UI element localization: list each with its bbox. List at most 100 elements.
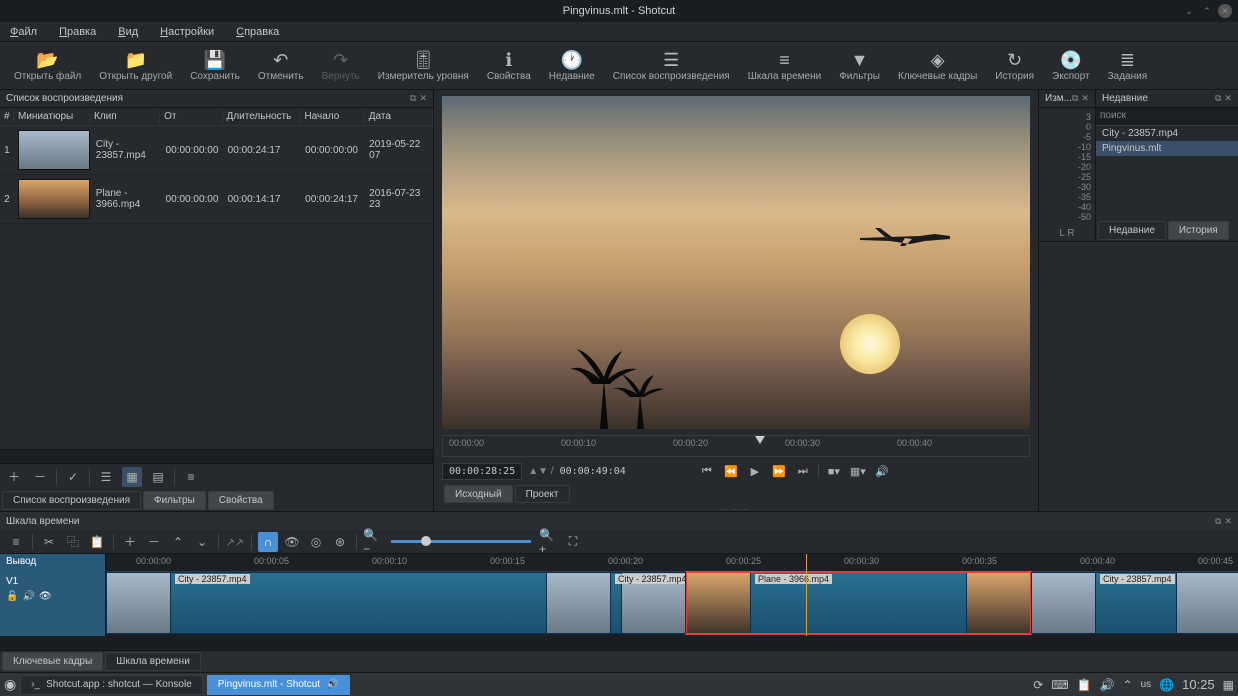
- open-file-button[interactable]: 📂Открыть файл: [6, 47, 89, 84]
- playlist-button[interactable]: ☰Список воспроизведения: [605, 47, 738, 84]
- keyboard-icon[interactable]: ⌨: [1051, 678, 1068, 692]
- lock-icon[interactable]: 🔓: [6, 591, 18, 602]
- preview-canvas[interactable]: [442, 96, 1030, 429]
- chevron-up-icon[interactable]: ⌃: [1123, 678, 1133, 692]
- panel-close-icon[interactable]: ✕: [1224, 516, 1232, 527]
- stop-icon[interactable]: ■▾: [825, 462, 843, 480]
- forward-icon[interactable]: ⏩: [770, 462, 788, 480]
- playlist-row[interactable]: 2 Plane - 3966.mp4 00:00:00:00 00:00:14:…: [0, 175, 433, 224]
- export-button[interactable]: 💿Экспорт: [1044, 47, 1098, 84]
- tab-timeline[interactable]: Шкала времени: [105, 652, 200, 671]
- output-label[interactable]: Вывод: [0, 554, 105, 572]
- zoom-out-icon[interactable]: 🔍−: [363, 532, 383, 552]
- redo-button[interactable]: ↷Вернуть: [314, 47, 368, 84]
- tab-properties[interactable]: Свойства: [208, 491, 274, 510]
- menu-settings[interactable]: Настройки: [156, 24, 218, 40]
- history-button[interactable]: ↻История: [987, 47, 1042, 84]
- zoom-fit-icon[interactable]: ⛶: [563, 532, 583, 552]
- tab-keyframes[interactable]: Ключевые кадры: [2, 652, 103, 671]
- undock-icon[interactable]: ⧉: [410, 93, 416, 104]
- clipboard-icon[interactable]: 📋: [1077, 678, 1092, 692]
- recent-item[interactable]: Pingvinus.mlt: [1096, 141, 1238, 156]
- copy-icon[interactable]: ⿻: [63, 532, 83, 552]
- volume-tray-icon[interactable]: 🔊: [1100, 678, 1115, 692]
- tab-filters[interactable]: Фильтры: [143, 491, 206, 510]
- check-icon[interactable]: ✓: [63, 467, 83, 487]
- undock-icon[interactable]: ⧉: [1215, 516, 1221, 527]
- open-other-button[interactable]: 📁Открыть другой: [91, 47, 180, 84]
- ripple-all-icon[interactable]: ⊛: [330, 532, 350, 552]
- undock-icon[interactable]: ⧉: [1072, 93, 1078, 104]
- delete-icon[interactable]: －: [144, 532, 164, 552]
- volume-icon[interactable]: 🔊: [873, 462, 891, 480]
- hamburger-icon[interactable]: ≡: [6, 532, 26, 552]
- detail-view-icon[interactable]: ▦: [122, 467, 142, 487]
- minimize-icon[interactable]: ⌄: [1182, 4, 1196, 18]
- timecode-current[interactable]: 00:00:28:25: [442, 463, 522, 480]
- split-icon[interactable]: ⸕⸕: [225, 532, 245, 552]
- save-button[interactable]: 💾Сохранить: [182, 47, 248, 84]
- add-icon[interactable]: ＋: [4, 467, 24, 487]
- rewind-icon[interactable]: ⏪: [722, 462, 740, 480]
- snap-icon[interactable]: ∩: [258, 532, 278, 552]
- properties-button[interactable]: ℹСвойства: [479, 47, 539, 84]
- skip-end-icon[interactable]: ⏭: [794, 462, 812, 480]
- playlist-scrollbar[interactable]: [0, 449, 433, 463]
- close-icon[interactable]: ✕: [1218, 4, 1232, 18]
- mute-icon[interactable]: 🔊: [22, 591, 34, 602]
- network-icon[interactable]: 🌐: [1159, 678, 1174, 692]
- timeline-button[interactable]: ≡Шкала времени: [740, 47, 829, 84]
- jobs-button[interactable]: ≣Задания: [1100, 47, 1156, 84]
- undo-button[interactable]: ↶Отменить: [250, 47, 312, 84]
- list-view-icon[interactable]: ☰: [96, 467, 116, 487]
- desktop-switcher-icon[interactable]: ▦: [1223, 678, 1234, 692]
- track-header[interactable]: V1 🔓 🔊 👁: [0, 572, 105, 636]
- updates-icon[interactable]: ⟳: [1033, 678, 1043, 692]
- playlist-row[interactable]: 1 City - 23857.mp4 00:00:00:00 00:00:24:…: [0, 126, 433, 175]
- filters-button[interactable]: ▼Фильтры: [831, 47, 888, 84]
- ripple-icon[interactable]: ◎: [306, 532, 326, 552]
- play-icon[interactable]: ▶: [746, 462, 764, 480]
- tab-history[interactable]: История: [1168, 221, 1229, 240]
- tab-recent[interactable]: Недавние: [1098, 221, 1166, 240]
- tab-playlist[interactable]: Список воспроизведения: [2, 491, 141, 510]
- scrub-icon[interactable]: 👁: [282, 532, 302, 552]
- maximize-icon[interactable]: ⌃: [1200, 4, 1214, 18]
- menu-view[interactable]: Вид: [114, 24, 142, 40]
- search-input[interactable]: поиск: [1096, 108, 1238, 126]
- playhead-marker[interactable]: [755, 436, 765, 444]
- timeline-ruler[interactable]: 00:00:00 00:00:05 00:00:10 00:00:15 00:0…: [106, 554, 1238, 572]
- timeline-clip[interactable]: City - 23857.mp4: [1031, 572, 1238, 634]
- zoom-slider[interactable]: [391, 540, 531, 543]
- skip-start-icon[interactable]: ⏮: [698, 462, 716, 480]
- overwrite-icon[interactable]: ⌄: [192, 532, 212, 552]
- lift-icon[interactable]: ⌃: [168, 532, 188, 552]
- timeline-scrollbar[interactable]: [0, 636, 1238, 650]
- hide-icon[interactable]: 👁: [39, 591, 52, 602]
- panel-close-icon[interactable]: ✕: [1081, 93, 1089, 104]
- paste-icon[interactable]: 📋: [87, 532, 107, 552]
- timeline-track[interactable]: City - 23857.mp4 Plane - 3966.mp4 City -…: [106, 572, 1238, 636]
- peak-meter-button[interactable]: 🎚Измеритель уровня: [370, 47, 477, 84]
- menu-help[interactable]: Справка: [232, 24, 283, 40]
- timeline-clip[interactable]: Plane - 3966.mp4: [686, 572, 1031, 634]
- keyframes-button[interactable]: ◈Ключевые кадры: [890, 47, 985, 84]
- undock-icon[interactable]: ⧉: [1215, 93, 1221, 104]
- panel-close-icon[interactable]: ✕: [419, 93, 427, 104]
- recent-item[interactable]: City - 23857.mp4: [1096, 126, 1238, 141]
- zoom-in-icon[interactable]: 🔍+: [539, 532, 559, 552]
- task-konsole[interactable]: ›_Shotcut.app : shotcut — Konsole: [20, 675, 203, 695]
- grid-view-icon[interactable]: ▤: [148, 467, 168, 487]
- cut-icon[interactable]: ✂: [39, 532, 59, 552]
- language-indicator[interactable]: us: [1141, 679, 1152, 690]
- task-shotcut[interactable]: Pingvinus.mlt - Shotcut🔊: [207, 675, 350, 695]
- preview-ruler[interactable]: 00:00:00 00:00:10 00:00:20 00:00:30 00:0…: [442, 435, 1030, 457]
- recent-button[interactable]: 🕐Недавние: [541, 47, 603, 84]
- menu-edit[interactable]: Правка: [55, 24, 100, 40]
- tab-source[interactable]: Исходный: [444, 485, 513, 503]
- remove-icon[interactable]: －: [30, 467, 50, 487]
- grid-icon[interactable]: ▦▾: [849, 462, 867, 480]
- timeline-playhead[interactable]: [806, 554, 807, 636]
- tab-project[interactable]: Проект: [515, 485, 570, 503]
- timeline-clip[interactable]: City - 23857.mp4: [546, 572, 686, 634]
